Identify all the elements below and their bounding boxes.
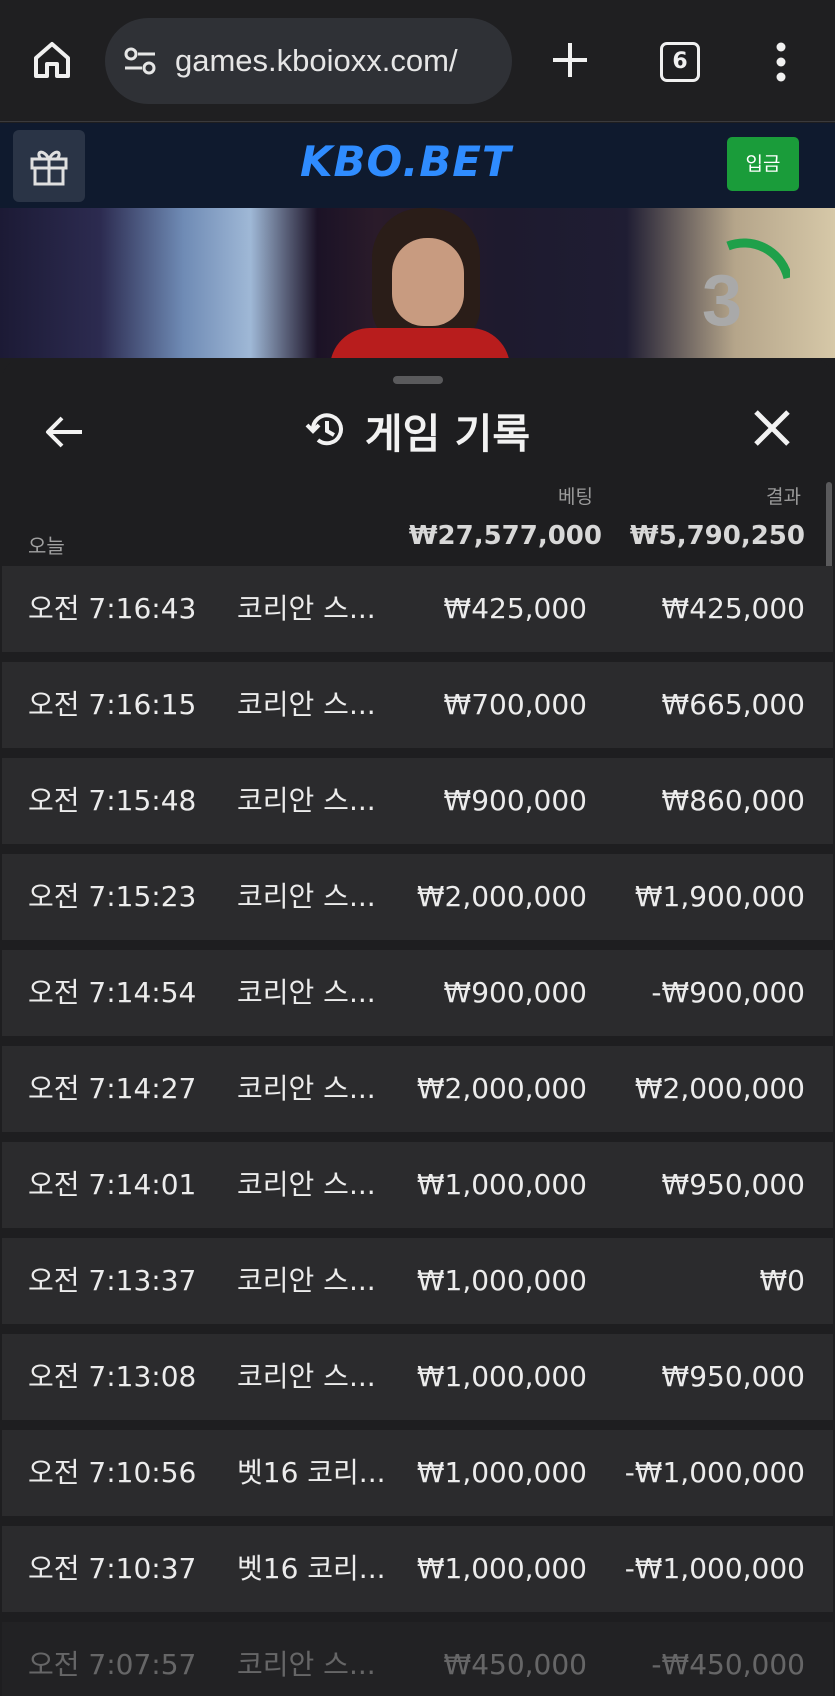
total-bet: ₩27,577,000 — [408, 521, 602, 551]
row-bet: ₩1,000,000 — [416, 1264, 587, 1297]
row-time: 오전 7:10:37 — [28, 1552, 197, 1585]
row-game: 코리안 스... — [237, 688, 376, 721]
row-result: -₩450,000 — [651, 1648, 805, 1681]
history-row[interactable]: 오전 7:10:37 벳16 코리... ₩1,000,000 -₩1,000,… — [2, 1526, 833, 1612]
row-time: 오전 7:10:56 — [28, 1456, 197, 1489]
history-row[interactable]: 오전 7:16:15 코리안 스... ₩700,000 ₩665,000 — [2, 662, 833, 748]
row-time: 오전 7:13:37 — [28, 1264, 197, 1297]
period-label: 오늘 — [28, 534, 65, 558]
history-row[interactable]: 오전 7:15:23 코리안 스... ₩2,000,000 ₩1,900,00… — [2, 854, 833, 940]
row-result: -₩900,000 — [651, 976, 805, 1009]
row-result: -₩1,000,000 — [624, 1552, 805, 1585]
history-row[interactable]: 오전 7:10:56 벳16 코리... ₩1,000,000 -₩1,000,… — [2, 1430, 833, 1516]
row-game: 코리안 스... — [237, 784, 376, 817]
row-bet: ₩1,000,000 — [416, 1456, 587, 1489]
row-result: ₩425,000 — [661, 592, 805, 625]
row-game: 코리안 스... — [237, 1264, 376, 1297]
row-result: ₩2,000,000 — [634, 1072, 805, 1105]
site-settings-icon[interactable] — [123, 46, 157, 76]
gift-icon — [30, 150, 68, 186]
live-video[interactable]: 3 — [0, 208, 835, 358]
new-tab-icon[interactable] — [550, 40, 590, 80]
browser-toolbar: games.kboioxx.com/ 6 — [0, 0, 835, 122]
dealer-body — [330, 328, 510, 358]
row-time: 오전 7:14:54 — [28, 976, 197, 1009]
history-row[interactable]: 오전 7:13:37 코리안 스... ₩1,000,000 ₩0 — [2, 1238, 833, 1324]
row-time: 오전 7:16:43 — [28, 592, 197, 625]
row-result: ₩860,000 — [661, 784, 805, 817]
row-game: 코리안 스... — [237, 880, 376, 913]
row-bet: ₩1,000,000 — [416, 1168, 587, 1201]
row-result: ₩1,900,000 — [634, 880, 805, 913]
row-result: -₩1,000,000 — [624, 1456, 805, 1489]
row-time: 오전 7:14:01 — [28, 1168, 197, 1201]
row-result: ₩950,000 — [661, 1360, 805, 1393]
row-result: ₩950,000 — [661, 1168, 805, 1201]
row-time: 오전 7:16:15 — [28, 688, 197, 721]
row-game: 코리안 스... — [237, 592, 376, 625]
column-header-bet: 베팅 — [558, 486, 593, 508]
row-game: 코리안 스... — [237, 1168, 376, 1201]
countdown-timer: 3 — [702, 261, 743, 341]
row-bet: ₩425,000 — [443, 592, 587, 625]
title-text: 게임 기록 — [364, 410, 531, 458]
history-row[interactable]: 오전 7:14:54 코리안 스... ₩900,000 -₩900,000 — [2, 950, 833, 1036]
row-game: 코리안 스... — [237, 1360, 376, 1393]
row-game: 벳16 코리... — [237, 1552, 386, 1585]
row-result: ₩0 — [759, 1264, 806, 1297]
total-result: ₩5,790,250 — [629, 521, 805, 551]
row-bet: ₩1,000,000 — [416, 1360, 587, 1393]
history-row[interactable]: 오전 7:14:01 코리안 스... ₩1,000,000 ₩950,000 — [2, 1142, 833, 1228]
row-time: 오전 7:15:23 — [28, 880, 197, 913]
history-row[interactable]: 오전 7:15:48 코리안 스... ₩900,000 ₩860,000 — [2, 758, 833, 844]
history-icon — [305, 413, 343, 446]
column-header-result: 결과 — [766, 486, 801, 508]
row-game: 코리안 스... — [237, 976, 376, 1009]
drag-handle[interactable] — [393, 376, 443, 384]
menu-icon[interactable] — [775, 42, 787, 82]
row-time: 오전 7:13:08 — [28, 1360, 197, 1393]
dealer-face — [392, 238, 464, 326]
row-time: 오전 7:07:57 — [28, 1648, 197, 1681]
history-list: 오전 7:16:43 코리안 스... ₩425,000 ₩425,000 오전… — [2, 566, 833, 1696]
history-row[interactable]: 오전 7:14:27 코리안 스... ₩2,000,000 ₩2,000,00… — [2, 1046, 833, 1132]
close-icon[interactable] — [752, 408, 792, 448]
site-header: KBO.BET 입금 — [0, 123, 835, 208]
row-bet: ₩2,000,000 — [416, 880, 587, 913]
url-text: games.kboioxx.com/ — [175, 43, 458, 78]
game-history-sheet: 게임 기록 베팅 결과 오늘 ₩27,577,000 ₩5,790,250 오전… — [2, 358, 833, 1696]
row-time: 오전 7:15:48 — [28, 784, 197, 817]
row-game: 벳16 코리... — [237, 1456, 386, 1489]
row-game: 코리안 스... — [237, 1648, 376, 1681]
row-time: 오전 7:14:27 — [28, 1072, 197, 1105]
row-bet: ₩450,000 — [443, 1648, 587, 1681]
row-bet: ₩900,000 — [443, 784, 587, 817]
history-row[interactable]: 오전 7:07:57 코리안 스... ₩450,000 -₩450,000 — [2, 1622, 833, 1696]
home-icon[interactable] — [30, 38, 74, 82]
gift-button[interactable] — [13, 130, 85, 202]
address-bar[interactable]: games.kboioxx.com/ — [105, 18, 512, 104]
row-game: 코리안 스... — [237, 1072, 376, 1105]
history-row[interactable]: 오전 7:13:08 코리안 스... ₩1,000,000 ₩950,000 — [2, 1334, 833, 1420]
site-logo[interactable]: KBO.BET — [300, 137, 512, 186]
row-bet: ₩700,000 — [443, 688, 587, 721]
row-bet: ₩2,000,000 — [416, 1072, 587, 1105]
row-bet: ₩900,000 — [443, 976, 587, 1009]
tab-switcher-button[interactable]: 6 — [660, 42, 700, 82]
row-bet: ₩1,000,000 — [416, 1552, 587, 1585]
sheet-title: 게임 기록 — [2, 400, 833, 460]
deposit-button[interactable]: 입금 — [727, 137, 799, 191]
row-result: ₩665,000 — [661, 688, 805, 721]
history-row[interactable]: 오전 7:16:43 코리안 스... ₩425,000 ₩425,000 — [2, 566, 833, 652]
